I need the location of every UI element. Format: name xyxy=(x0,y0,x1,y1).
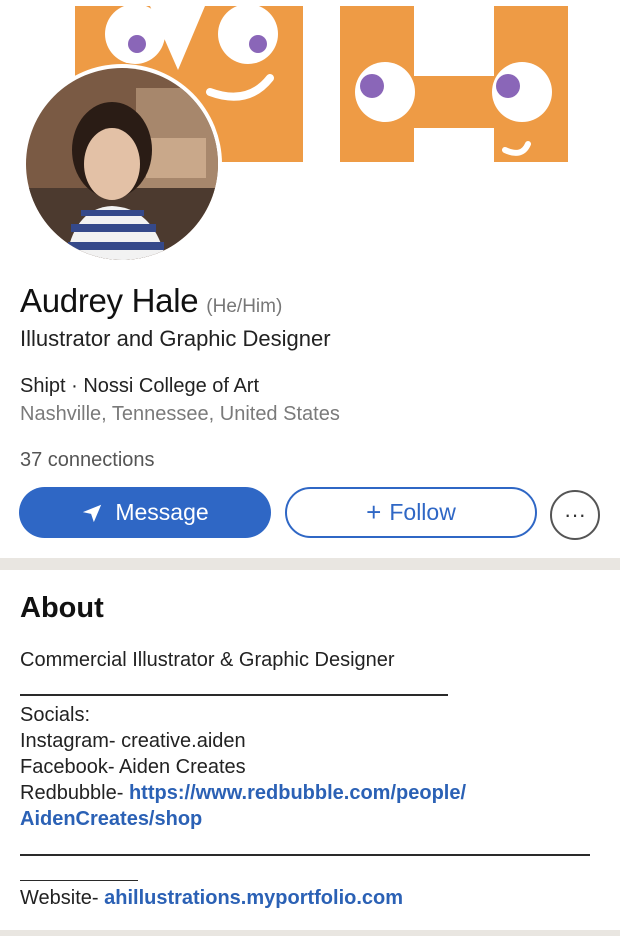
about-summary: Commercial Illustrator & Graphic Designe… xyxy=(20,649,395,671)
ellipsis-icon: ··· xyxy=(564,502,586,527)
message-button[interactable]: Message xyxy=(19,487,271,538)
more-options-button[interactable]: ··· xyxy=(550,490,600,540)
socials-label: Socials: xyxy=(20,704,91,726)
website-label: Website- xyxy=(20,887,105,909)
follow-button[interactable]: + Follow xyxy=(285,487,537,538)
redbubble-line: Redbubble- https://www.redbubble.com/peo… xyxy=(20,782,466,805)
redbubble-link[interactable]: https://www.redbubble.com/people/ xyxy=(129,782,466,804)
name-row: Audrey Hale (He/Him) xyxy=(20,282,282,320)
about-rule-1 xyxy=(20,694,448,696)
facebook-line: Facebook- Aiden Creates xyxy=(20,756,246,778)
follow-label: Follow xyxy=(389,499,456,525)
profile-name: Audrey Hale xyxy=(20,282,199,319)
bottom-divider xyxy=(0,930,620,936)
redbubble-link-continued[interactable]: AidenCreates/shop xyxy=(20,808,202,831)
about-rule-2 xyxy=(20,854,590,856)
profile-photo xyxy=(26,68,218,260)
about-rule-3 xyxy=(20,880,138,881)
paper-plane-icon xyxy=(83,504,102,522)
profile-headline: Illustrator and Graphic Designer xyxy=(20,326,331,351)
message-label: Message xyxy=(115,499,209,525)
avatar[interactable] xyxy=(22,64,222,264)
redbubble-label: Redbubble- xyxy=(20,782,129,804)
instagram-line: Instagram- creative.aiden xyxy=(20,730,246,752)
website-link[interactable]: ahillustrations.myportfolio.com xyxy=(104,887,403,909)
connections-count[interactable]: 37 connections xyxy=(20,449,155,472)
location: Nashville, Tennessee, United States xyxy=(20,403,340,425)
website-line: Website- ahillustrations.myportfolio.com xyxy=(20,887,403,910)
section-divider xyxy=(0,558,620,570)
plus-icon: + xyxy=(366,497,382,527)
company-school[interactable]: Shipt · Nossi College of Art xyxy=(20,375,259,398)
pronouns: (He/Him) xyxy=(206,296,283,317)
about-title: About xyxy=(20,592,104,624)
